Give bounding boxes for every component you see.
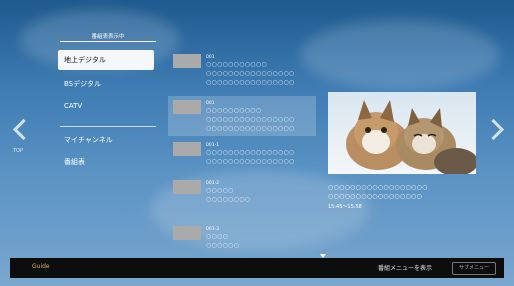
menu-divider [60, 126, 156, 127]
program-title: ○○○○○○○○○○○ [206, 61, 267, 68]
menu-item-terrestrial[interactable]: 地上デジタル [58, 50, 154, 70]
program-preview-image [328, 92, 476, 174]
program-line: ○○○○○○○○○○○○○○○○ [206, 149, 295, 156]
detail-line: ○○○○○○○○○○○○○○○○○○ [328, 184, 428, 191]
chevron-left-icon [12, 118, 35, 141]
channel-number: 001-2 [206, 181, 220, 186]
channel-row-active[interactable]: 001 ○○○○○○○○○○ ○○○○○○○○○○○○○○○○ ○○○○○○○○… [168, 96, 316, 136]
channel-number: 001 [206, 55, 215, 60]
channel-thumbnail [173, 226, 201, 240]
channel-row[interactable]: 001 ○○○○○○○○○○○ ○○○○○○○○○○○○○○○○ ○○○○○○○… [168, 50, 316, 94]
program-menu-hint: 番組メニューを表示 [377, 265, 432, 272]
program-line: ○○○○○○○○○○○○○○○○ [206, 125, 295, 132]
channel-list: 001 ○○○○○○○○○○○ ○○○○○○○○○○○○○○○○ ○○○○○○○… [168, 46, 316, 256]
program-line: ○○○○○○○○○○○○○○○○ [206, 70, 295, 77]
channel-row[interactable]: 001-2 ○○○○○ ○○○○○○○○ [168, 176, 316, 208]
tv-guide-screen: TOP 番組表表示中 地上デジタル BSデジタル CATV マイチャンネル 番組… [0, 0, 514, 286]
channel-row[interactable]: 001-3 ○○○○ ○○○○○○ [168, 222, 316, 254]
title-divider [60, 41, 156, 42]
menu-item-bs[interactable]: BSデジタル [58, 74, 154, 94]
program-line: ○○○○○○○○○○○○○○○○ [206, 158, 295, 165]
chevron-right-icon [482, 118, 505, 141]
menu-item-my-channel[interactable]: マイチャンネル [58, 130, 154, 150]
program-line: ○○○○○○○○○○○○○○○○ [206, 116, 295, 123]
channel-number: 001-3 [206, 227, 220, 232]
menu-item-program-guide[interactable]: 番組表 [58, 152, 154, 172]
cloud [300, 20, 500, 90]
submenu-button[interactable]: サブメニュー [451, 262, 496, 275]
next-page-button[interactable] [482, 96, 508, 186]
program-title: ○○○○ [206, 233, 229, 240]
channel-number: 001-1 [206, 143, 220, 148]
bottom-bar: Guide 番組メニューを表示 サブメニュー [10, 258, 504, 278]
program-line: ○○○○○○○○ [206, 196, 251, 203]
menu-item-catv[interactable]: CATV [58, 96, 154, 116]
channel-thumbnail [173, 142, 201, 156]
menu-title: 番組表表示中 [91, 34, 125, 40]
guide-hint: Guide [32, 263, 50, 270]
program-title: ○○○○○ [206, 187, 234, 194]
channel-thumbnail [173, 100, 201, 114]
program-line: ○○○○○○○○○○○○○○○○ [206, 79, 295, 86]
top-label: TOP [13, 148, 24, 154]
program-title: ○○○○○○○○○○ [206, 107, 262, 114]
detail-line: ○○○○○○○○○○○○○○○○○ [328, 193, 423, 200]
previous-page-button[interactable]: TOP [10, 96, 35, 186]
program-line: ○○○○○○ [206, 242, 240, 249]
program-time: 15:45～15:58 [328, 204, 362, 210]
channel-thumbnail [173, 54, 201, 68]
channel-thumbnail [173, 180, 201, 194]
channel-row[interactable]: 001-1 ○○○○○○○○○○○○○○○○ ○○○○○○○○○○○○○○○○ [168, 138, 316, 174]
channel-number: 001 [206, 101, 215, 106]
